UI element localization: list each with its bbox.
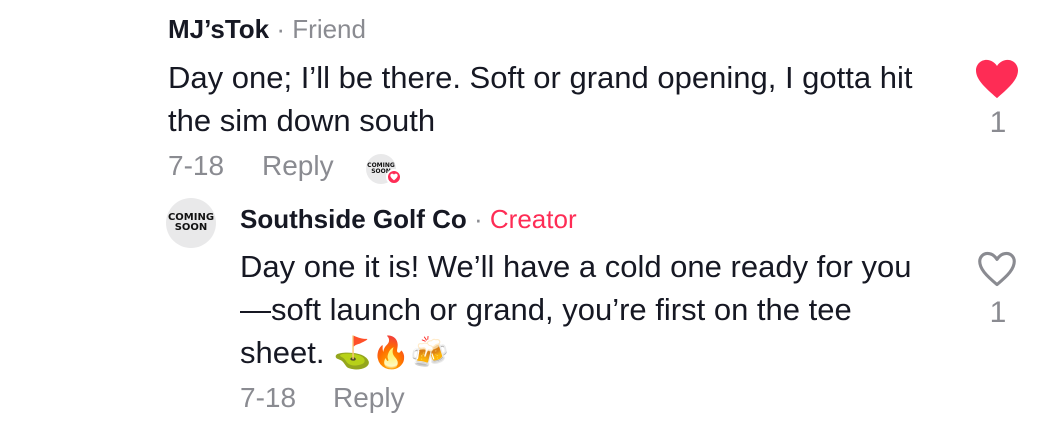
heart-outline-icon[interactable] <box>976 250 1018 288</box>
reply-reply-button[interactable]: Reply <box>333 382 405 414</box>
comment-reply-button[interactable]: Reply <box>262 150 334 182</box>
comment-date: 7-18 <box>168 150 225 181</box>
friend-tag: Friend <box>292 14 366 44</box>
reply-like-count: 1 <box>989 296 1007 329</box>
creator-tag: Creator <box>489 204 577 234</box>
reply-author-row: Southside Golf Co · Creator <box>240 204 577 235</box>
author-separator: · <box>276 14 286 44</box>
author-separator: · <box>474 204 483 234</box>
creator-avatar[interactable]: COMING SOON <box>166 198 216 248</box>
comment-text: Day one; I’ll be there. Soft or grand op… <box>168 60 913 138</box>
reply-text: Day one it is! We’ll have a cold one rea… <box>240 249 912 370</box>
comment-author-row: MJ’sTok · Friend <box>168 14 366 45</box>
comment-author-name[interactable]: MJ’sTok <box>168 14 269 44</box>
reply-author-name[interactable]: Southside Golf Co <box>240 204 467 234</box>
creator-liked-indicator: COMING SOON <box>366 154 402 190</box>
small-heart-icon <box>386 169 402 185</box>
reply-date: 7-18 <box>240 382 297 413</box>
heart-filled-icon[interactable] <box>974 58 1020 100</box>
comment-like-count: 1 <box>989 106 1007 139</box>
